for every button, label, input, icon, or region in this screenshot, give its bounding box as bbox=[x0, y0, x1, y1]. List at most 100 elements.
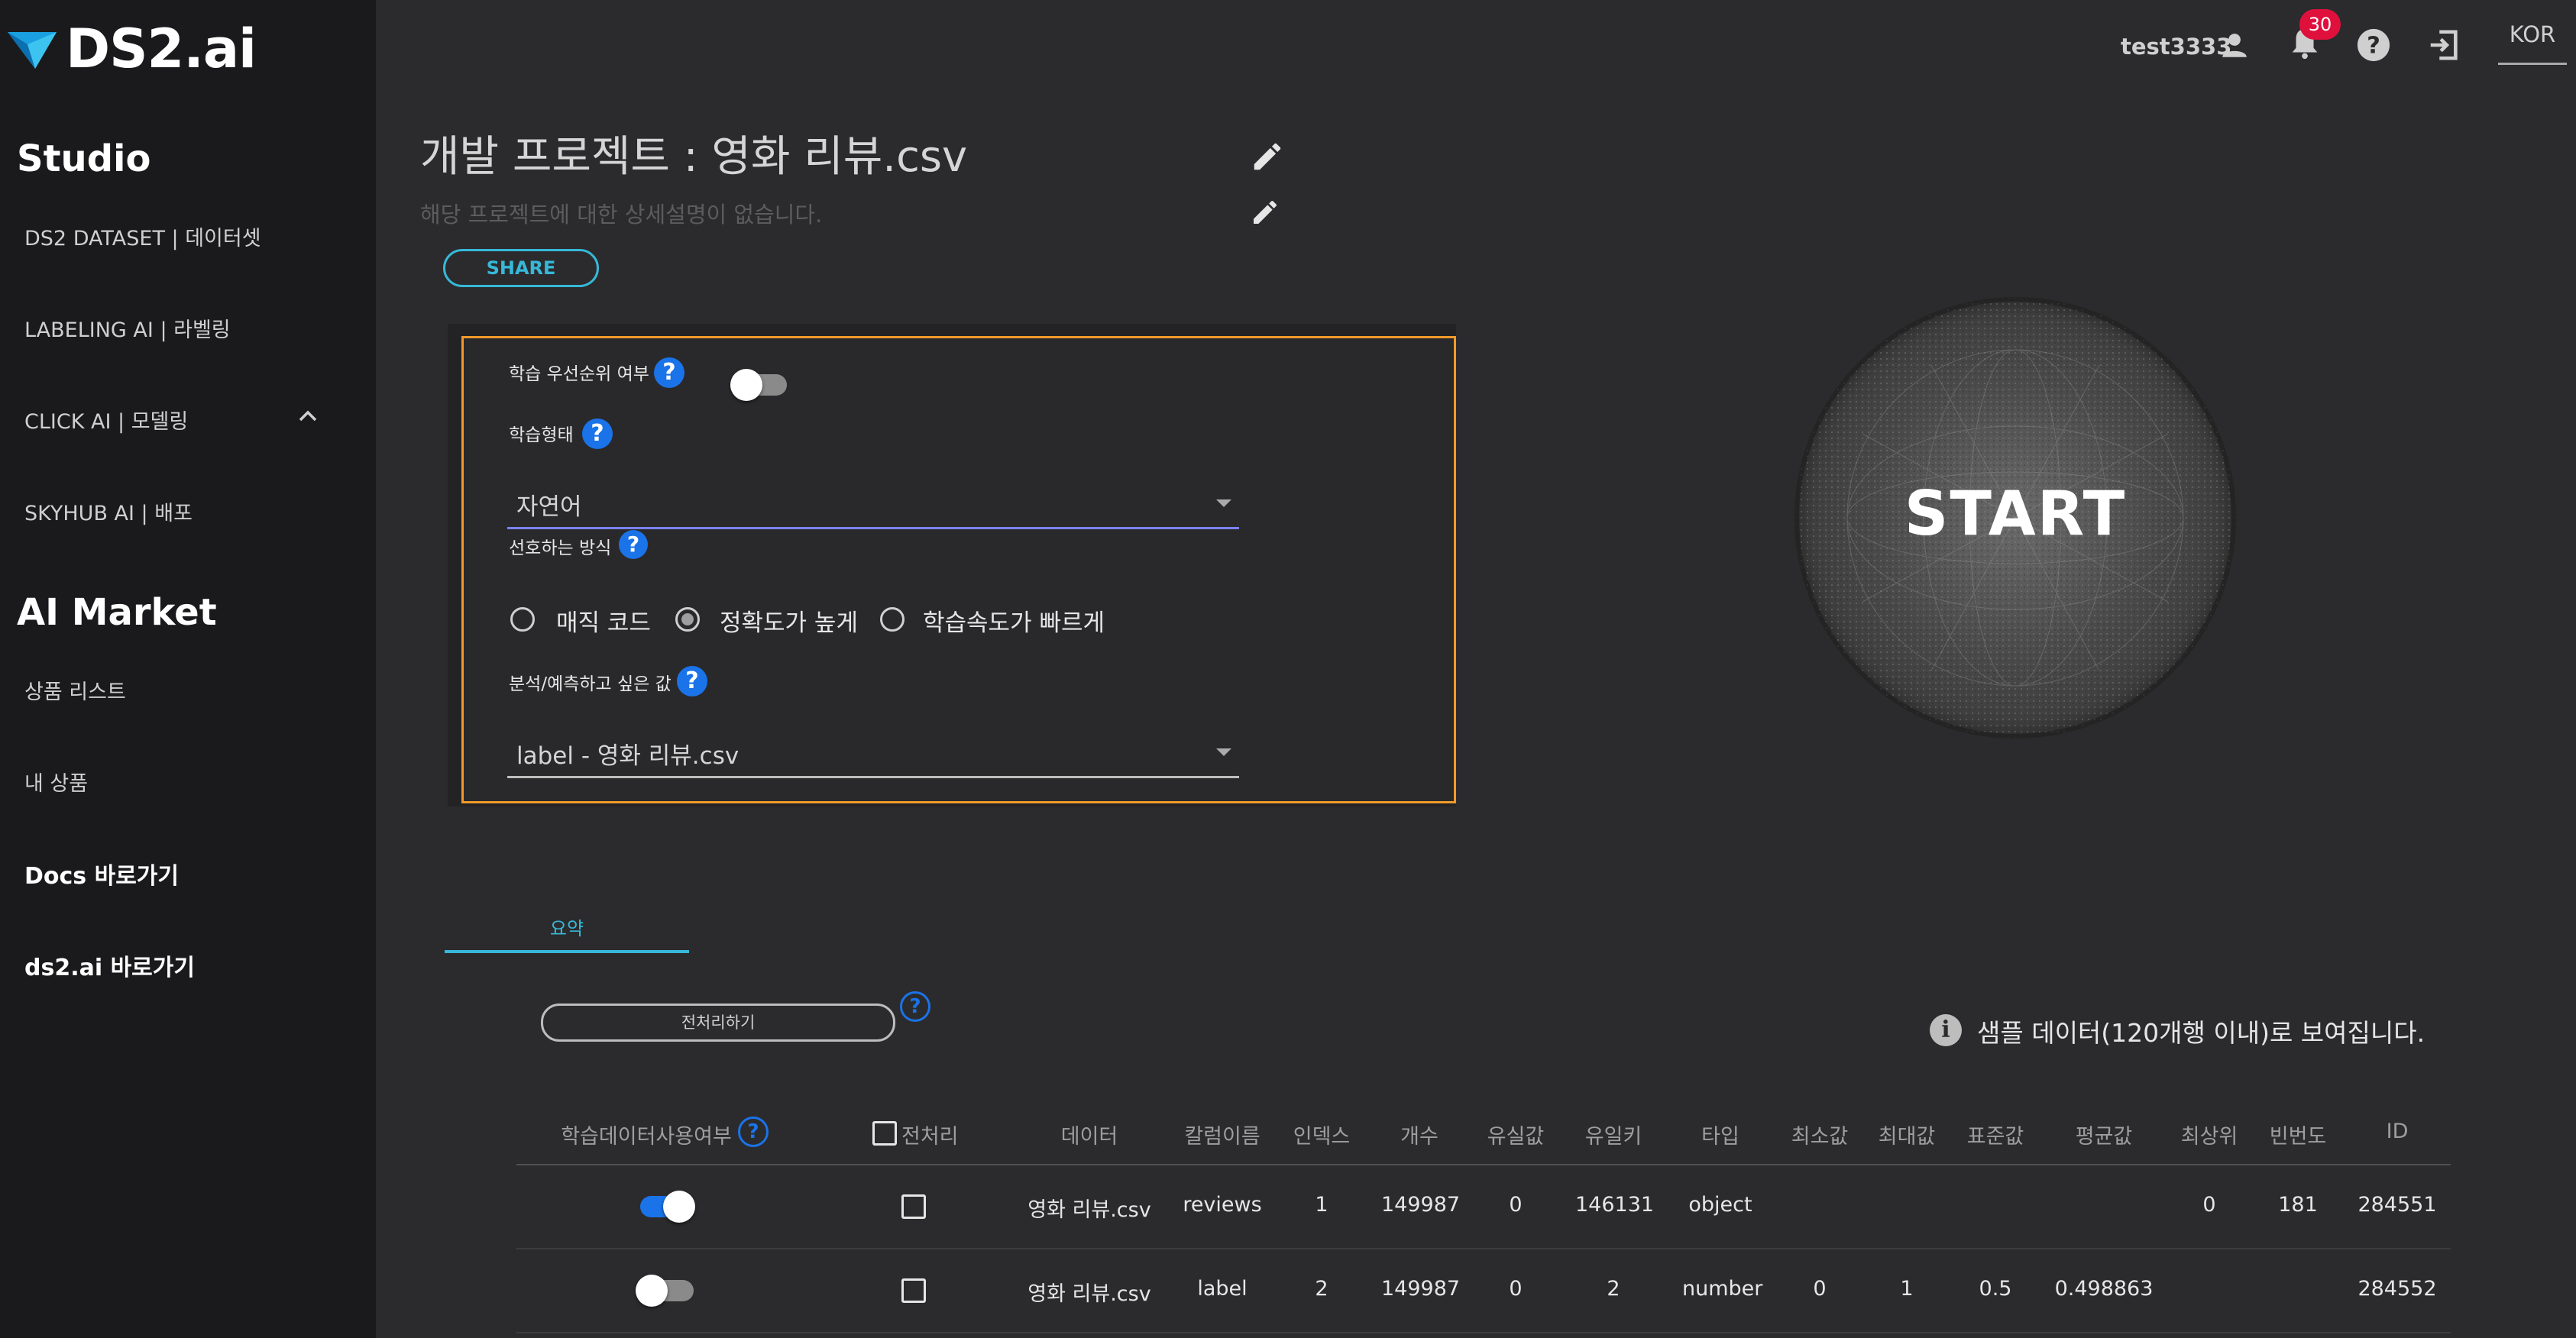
studio-title: Studio bbox=[17, 137, 151, 180]
edit-description-icon[interactable] bbox=[1250, 197, 1280, 228]
sample-data-note: 샘플 데이터(120개행 이내)로 보여집니다. bbox=[1977, 1018, 2426, 1048]
username[interactable]: test3333 bbox=[2121, 34, 2231, 60]
logo-text: DS2.ai bbox=[66, 18, 257, 80]
th-column: 칼럼이름 bbox=[1184, 1125, 1260, 1149]
th-type: 타입 bbox=[1701, 1125, 1739, 1149]
target-help-icon[interactable]: ? bbox=[677, 666, 707, 696]
target-label: 분석/예측하고 싶은 값 bbox=[509, 674, 672, 694]
share-button[interactable]: SHARE bbox=[443, 249, 599, 287]
th-mean: 평균값 bbox=[2075, 1125, 2133, 1149]
training-type-help-icon[interactable]: ? bbox=[582, 419, 613, 449]
sidebar-item-click-ai[interactable]: CLICK AI | 모델링 bbox=[24, 405, 188, 435]
preprocess-help-icon[interactable]: ? bbox=[900, 991, 930, 1022]
row1-index: 1 bbox=[1315, 1193, 1328, 1217]
radio-high-accuracy-label[interactable]: 정확도가 높게 bbox=[720, 603, 858, 638]
row1-id: 284551 bbox=[2358, 1193, 2437, 1217]
training-type-label: 학습형태 bbox=[509, 425, 574, 445]
row2-use-toggle-thumb[interactable] bbox=[636, 1275, 668, 1307]
priority-toggle-thumb[interactable] bbox=[730, 369, 762, 401]
th-unique: 유일키 bbox=[1584, 1125, 1642, 1149]
priority-label: 학습 우선순위 여부 bbox=[509, 364, 649, 384]
priority-help-icon[interactable]: ? bbox=[654, 357, 684, 388]
project-title: 개발 프로젝트 : 영화 리뷰.csv bbox=[420, 132, 968, 182]
sidebar-item-labeling-ai[interactable]: LABELING AI | 라벨링 bbox=[24, 313, 231, 343]
th-min: 최소값 bbox=[1791, 1125, 1849, 1149]
row2-preprocess-checkbox[interactable] bbox=[901, 1278, 926, 1303]
radio-magic-code[interactable] bbox=[510, 607, 535, 632]
use-help-icon[interactable]: ? bbox=[738, 1117, 769, 1147]
radio-high-accuracy[interactable] bbox=[675, 607, 700, 632]
row2-id: 284552 bbox=[2358, 1277, 2437, 1301]
method-label: 선호하는 방식 bbox=[509, 538, 612, 558]
training-type-select[interactable]: 자연어 bbox=[507, 478, 1239, 529]
sidebar-item-my-products[interactable]: 내 상품 bbox=[24, 767, 88, 797]
svg-text:?: ? bbox=[2367, 33, 2380, 60]
row2-unique: 2 bbox=[1607, 1277, 1620, 1301]
row1-top: 0 bbox=[2202, 1193, 2216, 1217]
row2-min: 0 bbox=[1813, 1277, 1827, 1301]
row1-type: object bbox=[1688, 1193, 1752, 1217]
sidebar-item-product-list[interactable]: 상품 리스트 bbox=[24, 675, 126, 705]
th-count: 개수 bbox=[1400, 1125, 1438, 1149]
tab-summary-indicator bbox=[445, 950, 689, 953]
notification-badge: 30 bbox=[2299, 9, 2341, 40]
language-selector[interactable]: KOR bbox=[2498, 21, 2567, 65]
th-max: 최대값 bbox=[1878, 1125, 1936, 1149]
th-missing: 유실값 bbox=[1487, 1125, 1545, 1149]
tab-summary[interactable]: 요약 bbox=[445, 913, 689, 940]
project-description: 해당 프로젝트에 대한 상세설명이 없습니다. bbox=[420, 202, 823, 228]
dropdown-arrow-icon bbox=[1216, 499, 1231, 507]
row2-column: label bbox=[1197, 1277, 1248, 1301]
th-preprocess: 전처리 bbox=[901, 1125, 959, 1149]
logout-icon[interactable] bbox=[2426, 27, 2461, 63]
table-header-divider bbox=[516, 1164, 2451, 1165]
chevron-up-icon[interactable] bbox=[296, 405, 319, 428]
row2-max: 1 bbox=[1900, 1277, 1914, 1301]
table-row-divider bbox=[516, 1332, 2451, 1333]
row1-unique: 146131 bbox=[1575, 1193, 1655, 1217]
th-freq: 빈번도 bbox=[2269, 1125, 2327, 1149]
ai-market-title: AI Market bbox=[17, 591, 217, 634]
row2-index: 2 bbox=[1315, 1277, 1328, 1301]
row1-column: reviews bbox=[1183, 1193, 1262, 1217]
dropdown-arrow-icon bbox=[1216, 748, 1231, 756]
radio-magic-code-label[interactable]: 매직 코드 bbox=[556, 603, 651, 638]
radio-fast-training-label[interactable]: 학습속도가 빠르게 bbox=[923, 603, 1105, 638]
row1-use-toggle-thumb[interactable] bbox=[663, 1191, 695, 1223]
preprocess-button[interactable]: 전처리하기 bbox=[541, 1004, 895, 1042]
method-help-icon[interactable]: ? bbox=[619, 530, 648, 559]
sidebar-item-ds2-dataset[interactable]: DS2 DATASET | 데이터셋 bbox=[24, 221, 261, 251]
start-button[interactable]: START bbox=[1794, 296, 2237, 739]
row2-std: 0.5 bbox=[1979, 1277, 2012, 1301]
edit-title-icon[interactable] bbox=[1250, 139, 1285, 174]
start-label: START bbox=[1904, 478, 2127, 549]
sidebar-link-docs[interactable]: Docs 바로가기 bbox=[24, 857, 179, 890]
sidebar-item-skyhub-ai[interactable]: SKYHUB AI | 배포 bbox=[24, 496, 193, 526]
info-icon: i bbox=[1930, 1014, 1962, 1046]
row1-freq: 181 bbox=[2278, 1193, 2318, 1217]
ds2-logo-icon bbox=[8, 32, 57, 69]
row2-missing: 0 bbox=[1509, 1277, 1523, 1301]
row1-preprocess-checkbox[interactable] bbox=[901, 1194, 926, 1219]
th-std: 표준값 bbox=[1966, 1125, 2024, 1149]
th-top: 최상위 bbox=[2180, 1125, 2238, 1149]
target-value: label - 영화 리뷰.csv bbox=[516, 742, 739, 770]
row1-data: 영화 리뷰.csv bbox=[1027, 1198, 1151, 1222]
target-select[interactable]: label - 영화 리뷰.csv bbox=[507, 727, 1239, 778]
th-id: ID bbox=[2386, 1120, 2409, 1143]
sidebar-link-ds2ai[interactable]: ds2.ai 바로가기 bbox=[24, 949, 195, 982]
radio-fast-training[interactable] bbox=[880, 607, 905, 632]
logo[interactable]: DS2.ai bbox=[5, 11, 257, 87]
row2-count: 149987 bbox=[1381, 1277, 1461, 1301]
select-all-preprocess-checkbox[interactable] bbox=[872, 1121, 897, 1146]
user-icon[interactable] bbox=[2218, 29, 2251, 61]
row2-mean: 0.498863 bbox=[2054, 1277, 2154, 1301]
th-data: 데이터 bbox=[1060, 1125, 1118, 1149]
row1-missing: 0 bbox=[1509, 1193, 1523, 1217]
th-index: 인덱스 bbox=[1293, 1125, 1351, 1149]
help-icon[interactable]: ? bbox=[2356, 27, 2391, 63]
row1-count: 149987 bbox=[1381, 1193, 1461, 1217]
th-use: 학습데이터사용여부 bbox=[561, 1125, 732, 1149]
row2-data: 영화 리뷰.csv bbox=[1027, 1282, 1151, 1306]
row2-type: number bbox=[1682, 1277, 1763, 1301]
